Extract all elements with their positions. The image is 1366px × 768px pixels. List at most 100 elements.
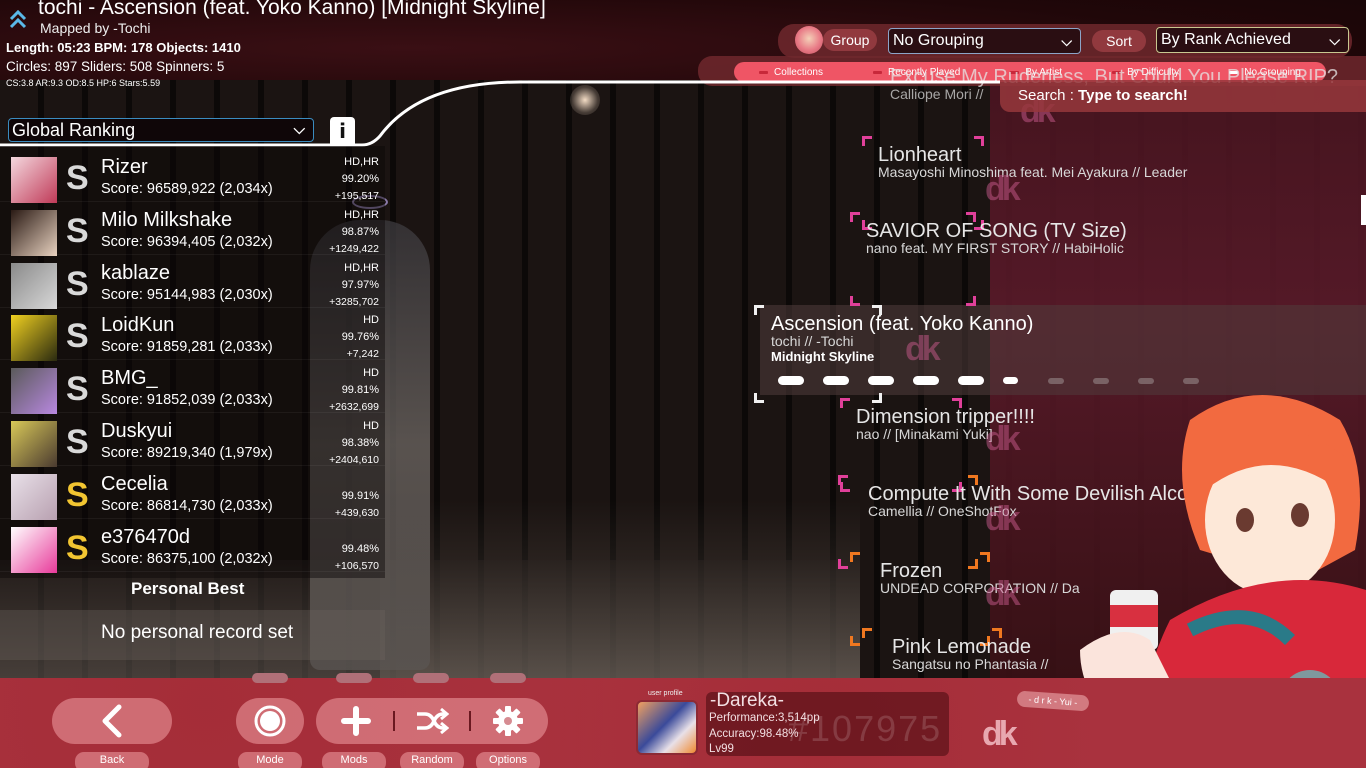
mods-tab-handle[interactable] [336, 673, 372, 683]
double-chevron-up-icon [8, 8, 32, 32]
leaderboard-entry[interactable]: Se376470d Score: 86375,100 (2,032x) 99.48%… [0, 520, 385, 573]
player-score: Score: 89219,340 (1,979x) [101, 445, 273, 461]
player-score: Score: 86375,100 (2,032x) [101, 550, 273, 567]
score-difference: +195,517 [334, 190, 379, 202]
grade-badge: S [66, 370, 89, 409]
grade-badge: S [66, 159, 89, 197]
tab-indicator [759, 70, 769, 74]
divider [469, 711, 472, 731]
player-score: Score: 96589,922 (2,034x) [101, 181, 273, 197]
leaderboard-entry[interactable]: S Rizer Score: 96589,922 (2,034x) HD,HR 99.2… [0, 150, 385, 203]
shuffle-icon[interactable] [415, 706, 449, 736]
leaderboard-entry[interactable]: S Cecelia Score: 86814,730 (2,033x) 99.91% +… [0, 467, 385, 520]
search-input[interactable]: Search : Type to search! [1000, 80, 1366, 112]
score-difference: +1249,422 [329, 242, 379, 255]
mode-tab-handle[interactable] [252, 673, 288, 683]
song-bracket-corner [872, 305, 882, 315]
star-rating-pip [1003, 377, 1019, 384]
leaderboard-type-select[interactable]: Global Ranking ⌵ [8, 118, 314, 142]
options-label[interactable]: Options [476, 752, 540, 768]
mods-label[interactable]: Mods [322, 752, 386, 768]
star-rating-pip [1048, 378, 1064, 384]
user-avatar[interactable] [636, 700, 698, 755]
chevron-down-icon: ⌵ [1061, 33, 1072, 49]
song-list-scrollbar[interactable] [1361, 195, 1366, 225]
beatmap-title: tochi - Ascension (feat. Yoko Kanno) [Mi… [38, 0, 546, 19]
search-label: Search : [1018, 87, 1074, 104]
personal-best-label: Personal Best [131, 579, 245, 598]
song-bracket-corner [840, 398, 850, 408]
skin-logo-icon: dk [982, 715, 1018, 753]
player-name: Cecelia [101, 472, 168, 495]
score-difference: +439,630 [334, 506, 379, 519]
tab-indicator [873, 70, 883, 74]
song-bracket-corner [952, 398, 962, 408]
leaderboard-entry[interactable]: S Duskyui Score: 89219,340 (1,979x) HD 98.38… [0, 414, 385, 467]
song-bracket-corner [966, 296, 976, 306]
song-item[interactable]: Lionheart Masayoshi Minoshima feat. Mei A… [878, 144, 1187, 180]
user-name: -Dareka- [710, 690, 784, 711]
mode-label[interactable]: Mode [238, 752, 302, 768]
options-tab-handle[interactable] [490, 673, 526, 683]
star-rating-pip [868, 376, 894, 385]
song-bracket-corner [850, 212, 860, 222]
back-label[interactable]: Back [75, 752, 149, 768]
song-bracket-corner [850, 552, 860, 562]
osu-circle-icon [254, 705, 286, 737]
song-artist-mapper: Sangatsu no Phantasia // [892, 656, 1049, 672]
search-placeholder: Type to search! [1078, 87, 1188, 104]
song-item[interactable]: Pink Lemonade Sangatsu no Phantasia // [892, 636, 1048, 672]
player-mods: HD [363, 314, 379, 327]
grade-badge: S [66, 475, 89, 514]
group-select[interactable]: No Grouping ⌵ [888, 28, 1081, 54]
song-artist-mapper: nano feat. MY FIRST STORY // HabiHolic [866, 240, 1124, 256]
player-avatar [11, 157, 57, 203]
song-bracket-corner [980, 552, 990, 562]
plus-icon[interactable] [340, 705, 372, 737]
chevron-down-icon: ⌵ [1329, 32, 1340, 48]
player-name: e376470d [101, 525, 190, 548]
player-mods: HD,HR [344, 156, 379, 168]
song-bracket-corner [968, 475, 978, 485]
gear-icon[interactable] [492, 705, 524, 737]
tab-collections[interactable]: Collections [759, 67, 823, 78]
score-difference: +106,570 [334, 559, 379, 572]
leaderboard-entry[interactable]: S BMG_ Score: 91852,039 (2,033x) HD 99.81% +2… [0, 361, 385, 415]
user-level: Lv99 [709, 743, 734, 755]
leaderboard-entry[interactable]: Skablaze Score: 95144,983 (2,030x) HD,HR 97… [0, 256, 385, 309]
leaderboard-entry[interactable]: S Milo Milkshake Score: 96394,405 (2,032x)… [0, 203, 385, 256]
song-item[interactable]: SAVIOR OF SONG (TV Size) nano feat. MY FI… [866, 220, 1127, 256]
beatmap-info-button[interactable]: i [330, 117, 355, 145]
star-rating-pip [913, 376, 939, 385]
beatmap-stats-length: Length: 05:23 BPM: 178 Objects: 1410 [6, 40, 241, 55]
player-score: Score: 91859,281 (2,033x) [101, 339, 273, 356]
leaderboard-entry[interactable]: S LoidKun Score: 91859,281 (2,033x) HD 99.76… [0, 308, 385, 362]
song-artist-mapper: Masayoshi Minoshima feat. Mei Ayakura //… [878, 164, 1188, 180]
grade-badge: S [66, 528, 89, 567]
player-accuracy: 99.48% [341, 542, 379, 555]
random-tab-handle[interactable] [413, 673, 449, 683]
chevron-left-icon [102, 704, 122, 738]
group-label: Group [823, 29, 877, 51]
skin-watermark-icon: dk [985, 170, 1021, 208]
score-difference: +3285,702 [329, 295, 379, 308]
song-item-selected[interactable]: Ascension (feat. Yoko Kanno) tochi // -To… [771, 313, 1033, 364]
player-avatar [11, 262, 57, 309]
mode-button[interactable] [236, 698, 304, 744]
player-score: Score: 91852,039 (2,033x) [101, 392, 273, 409]
sort-select[interactable]: By Rank Achieved ⌵ [1156, 27, 1349, 53]
star-rating-pip [823, 376, 849, 385]
grade-badge: S [66, 211, 89, 250]
score-difference: +2632,699 [329, 401, 379, 414]
skin-watermark-icon: dk [985, 420, 1021, 458]
chevron-down-icon: ⌵ [293, 121, 305, 138]
user-profile-card[interactable]: #107975 -Dareka- Performance:3,514pp Acc… [706, 690, 949, 756]
song-item[interactable]: Frozen UNDEAD CORPORATION // Da [880, 560, 1080, 596]
player-accuracy: 99.20% [341, 173, 379, 185]
back-button[interactable] [52, 698, 172, 744]
player-mods: HD,HR [344, 208, 379, 221]
star-rating-pip [778, 376, 804, 385]
song-bracket-corner [992, 628, 1002, 638]
personal-best-empty: No personal record set [101, 622, 294, 643]
random-label[interactable]: Random [400, 752, 464, 768]
